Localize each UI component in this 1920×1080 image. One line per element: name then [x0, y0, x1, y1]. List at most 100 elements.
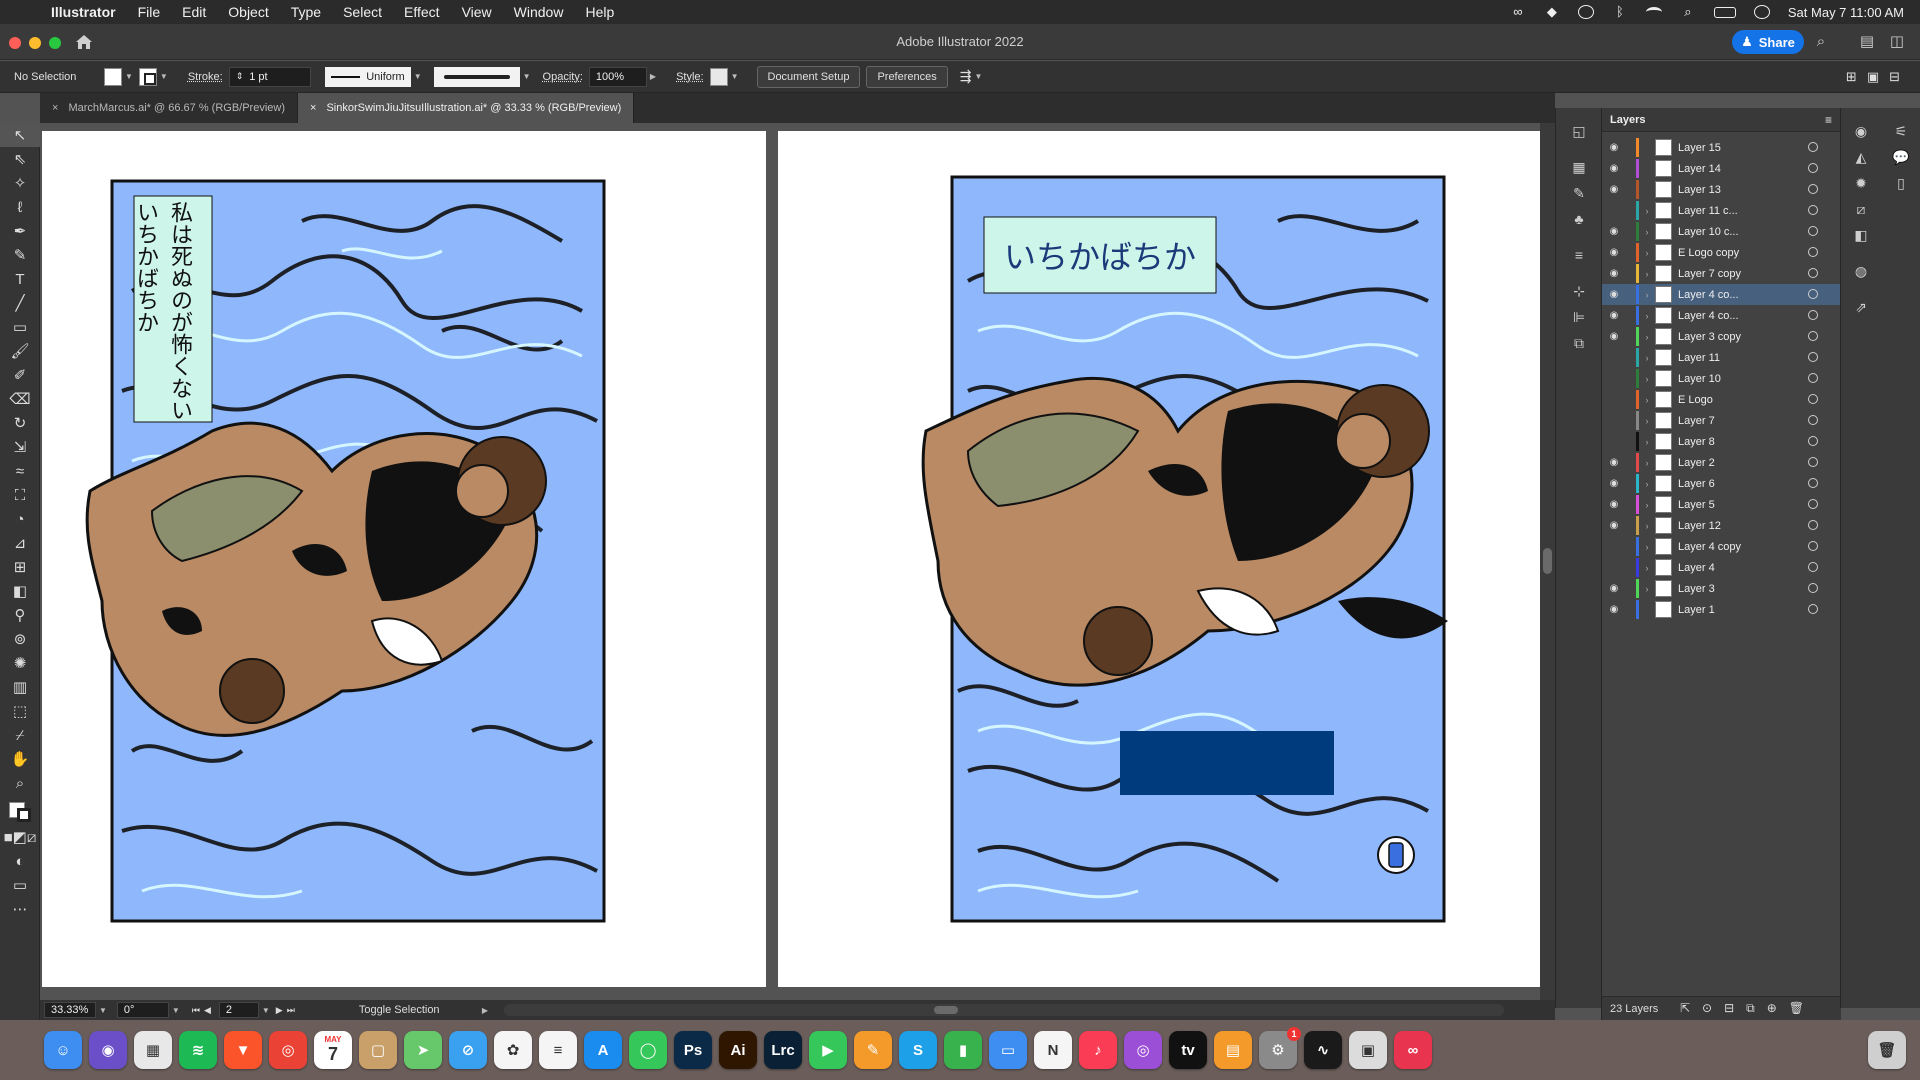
menu-type[interactable]: Type [280, 4, 332, 20]
arrange-dropdown-icon[interactable]: ▼ [974, 72, 982, 81]
eye-icon[interactable]: ◉ [1602, 583, 1626, 594]
layer-row[interactable]: ◉ › Layer 2 [1602, 452, 1841, 473]
expand-chevron-icon[interactable]: › [1639, 416, 1655, 426]
layer-name[interactable]: Layer 2 [1678, 457, 1778, 469]
vertical-scrollbar[interactable] [1540, 123, 1555, 1000]
swatches-panel-icon[interactable]: ⧄ [1841, 196, 1881, 222]
adjust-panel-icon[interactable]: ⚟ [1881, 118, 1920, 144]
export-panel-icon[interactable]: ⇗ [1841, 294, 1881, 320]
libraries-panel-icon[interactable]: ▦ [1556, 154, 1602, 180]
fill-swatch[interactable] [104, 67, 122, 86]
target-icon[interactable] [1808, 373, 1818, 383]
layer-action-icons[interactable]: ⇱⊙⊟⧉⊕🗑 [1680, 1001, 1816, 1016]
layer-name[interactable]: Layer 7 [1678, 415, 1778, 427]
layers-panel-title[interactable]: Layers [1610, 114, 1645, 126]
eye-icon[interactable]: ◉ [1602, 457, 1626, 468]
eye-icon[interactable]: ◉ [1602, 520, 1626, 531]
menu-effect[interactable]: Effect [393, 4, 451, 20]
rotation-field[interactable]: 0° [116, 1002, 169, 1018]
layer-name[interactable]: Layer 4 [1678, 562, 1778, 574]
podcasts-icon[interactable]: ◎ [1124, 1031, 1162, 1069]
news-icon[interactable]: N [1034, 1031, 1072, 1069]
layer-name[interactable]: E Logo copy [1678, 247, 1778, 259]
control-center-icon[interactable] [1713, 6, 1736, 18]
layer-row[interactable]: › E Logo [1602, 389, 1841, 410]
numbers-icon[interactable]: ▮ [944, 1031, 982, 1069]
target-icon[interactable] [1808, 520, 1818, 530]
layer-name[interactable]: Layer 15 [1678, 142, 1778, 154]
layer-row[interactable]: ◉ › Layer 6 [1602, 473, 1841, 494]
eye-icon[interactable]: ◉ [1602, 163, 1626, 174]
system-preferences-icon[interactable]: ⚙ 1 [1259, 1027, 1301, 1069]
target-icon[interactable] [1808, 436, 1818, 446]
screenshot-icon[interactable]: ▣ [1349, 1031, 1387, 1069]
layer-name[interactable]: Layer 13 [1678, 184, 1778, 196]
layer-row[interactable]: ◉ › Layer 3 copy [1602, 326, 1841, 347]
layer-row[interactable]: ◉ Layer 15 [1602, 137, 1841, 158]
menu-view[interactable]: View [451, 4, 503, 20]
expand-chevron-icon[interactable]: › [1639, 311, 1655, 321]
drawing-mode-icon[interactable]: ◐ [0, 849, 40, 873]
slice-tool-icon[interactable]: ⌿ [0, 723, 40, 747]
brushes-panel-icon[interactable]: ✎ [1556, 180, 1602, 206]
rotation-dropdown-icon[interactable]: ▼ [172, 1006, 180, 1015]
finder-icon[interactable]: ☺ [44, 1031, 82, 1069]
layer-row[interactable]: › Layer 4 [1602, 557, 1841, 578]
play-status-icon[interactable] [1577, 5, 1594, 19]
expand-chevron-icon[interactable]: › [1639, 395, 1655, 405]
layer-name[interactable]: Layer 3 [1678, 583, 1778, 595]
perspective-grid-tool-icon[interactable]: ⊿ [0, 531, 40, 555]
expand-chevron-icon[interactable]: › [1639, 290, 1655, 300]
keynote-icon[interactable]: ▭ [989, 1031, 1027, 1069]
target-icon[interactable] [1808, 205, 1818, 215]
rotate-tool-icon[interactable]: ↻ [0, 411, 40, 435]
expand-chevron-icon[interactable]: › [1639, 206, 1655, 216]
eye-icon[interactable]: ◉ [1602, 142, 1626, 153]
layer-name[interactable]: Layer 12 [1678, 520, 1778, 532]
messages-icon[interactable]: ◯ [629, 1031, 667, 1069]
layer-name[interactable]: Layer 8 [1678, 436, 1778, 448]
layer-name[interactable]: Layer 11 [1678, 352, 1778, 364]
target-icon[interactable] [1808, 457, 1818, 467]
layer-row[interactable]: › Layer 8 [1602, 431, 1841, 452]
horizontal-scrollbar[interactable] [503, 1004, 1504, 1016]
layer-name[interactable]: E Logo [1678, 394, 1778, 406]
layer-row[interactable]: › Layer 11 c... [1602, 200, 1841, 221]
launchpad-icon[interactable]: ▦ [134, 1031, 172, 1069]
target-icon[interactable] [1808, 478, 1818, 488]
maps-icon[interactable]: ➤ [404, 1031, 442, 1069]
artboard-number-field[interactable]: 2 [218, 1002, 259, 1018]
layer-row[interactable]: › Layer 11 [1602, 347, 1841, 368]
edit-toolbar-icon[interactable]: ⋯ [0, 897, 40, 921]
layer-name[interactable]: Layer 7 copy [1678, 268, 1778, 280]
layer-name[interactable]: Layer 4 copy [1678, 541, 1778, 553]
tab-march-marcus[interactable]: × MarchMarcus.ai* @ 66.67 % (RGB/Preview… [40, 93, 298, 123]
brush-dropdown-icon[interactable]: ▼ [523, 72, 531, 81]
siri-status-icon[interactable] [1753, 5, 1770, 19]
fill-dropdown-icon[interactable]: ▼ [125, 72, 133, 81]
blend-tool-icon[interactable]: ⊚ [0, 627, 40, 651]
transform-panel-icon[interactable]: ⊹ [1556, 278, 1602, 304]
target-icon[interactable] [1808, 184, 1818, 194]
datetime[interactable]: Sat May 7 11:00 AM [1788, 5, 1904, 20]
comments-panel-icon[interactable]: 💬 [1881, 144, 1920, 170]
zoom-field[interactable]: 33.33% [44, 1002, 96, 1018]
safari-icon[interactable]: ⊘ [449, 1031, 487, 1069]
pages-icon[interactable]: ✎ [854, 1031, 892, 1069]
layer-name[interactable]: Layer 3 copy [1678, 331, 1778, 343]
stroke-color-dropdown-icon[interactable]: ▼ [160, 72, 168, 81]
style-dropdown-icon[interactable]: ▼ [731, 72, 739, 81]
artboard-tool-icon[interactable]: ⬚ [0, 699, 40, 723]
curvature-tool-icon[interactable]: ✎ [0, 243, 40, 267]
eye-icon[interactable]: ◉ [1602, 604, 1626, 615]
search-help-icon[interactable]: ⌕ [1812, 33, 1830, 51]
expand-chevron-icon[interactable]: › [1639, 269, 1655, 279]
target-icon[interactable] [1808, 562, 1818, 572]
horizontal-scroll-thumb[interactable] [933, 1006, 958, 1014]
gradient-panel-icon[interactable]: ◧ [1841, 222, 1881, 248]
eye-icon[interactable]: ◉ [1602, 331, 1626, 342]
direct-selection-tool-icon[interactable]: ⇖ [0, 147, 40, 171]
target-icon[interactable] [1808, 289, 1818, 299]
activity-monitor-icon[interactable]: ∿ [1304, 1031, 1342, 1069]
layer-name[interactable]: Layer 4 co... [1678, 310, 1778, 322]
